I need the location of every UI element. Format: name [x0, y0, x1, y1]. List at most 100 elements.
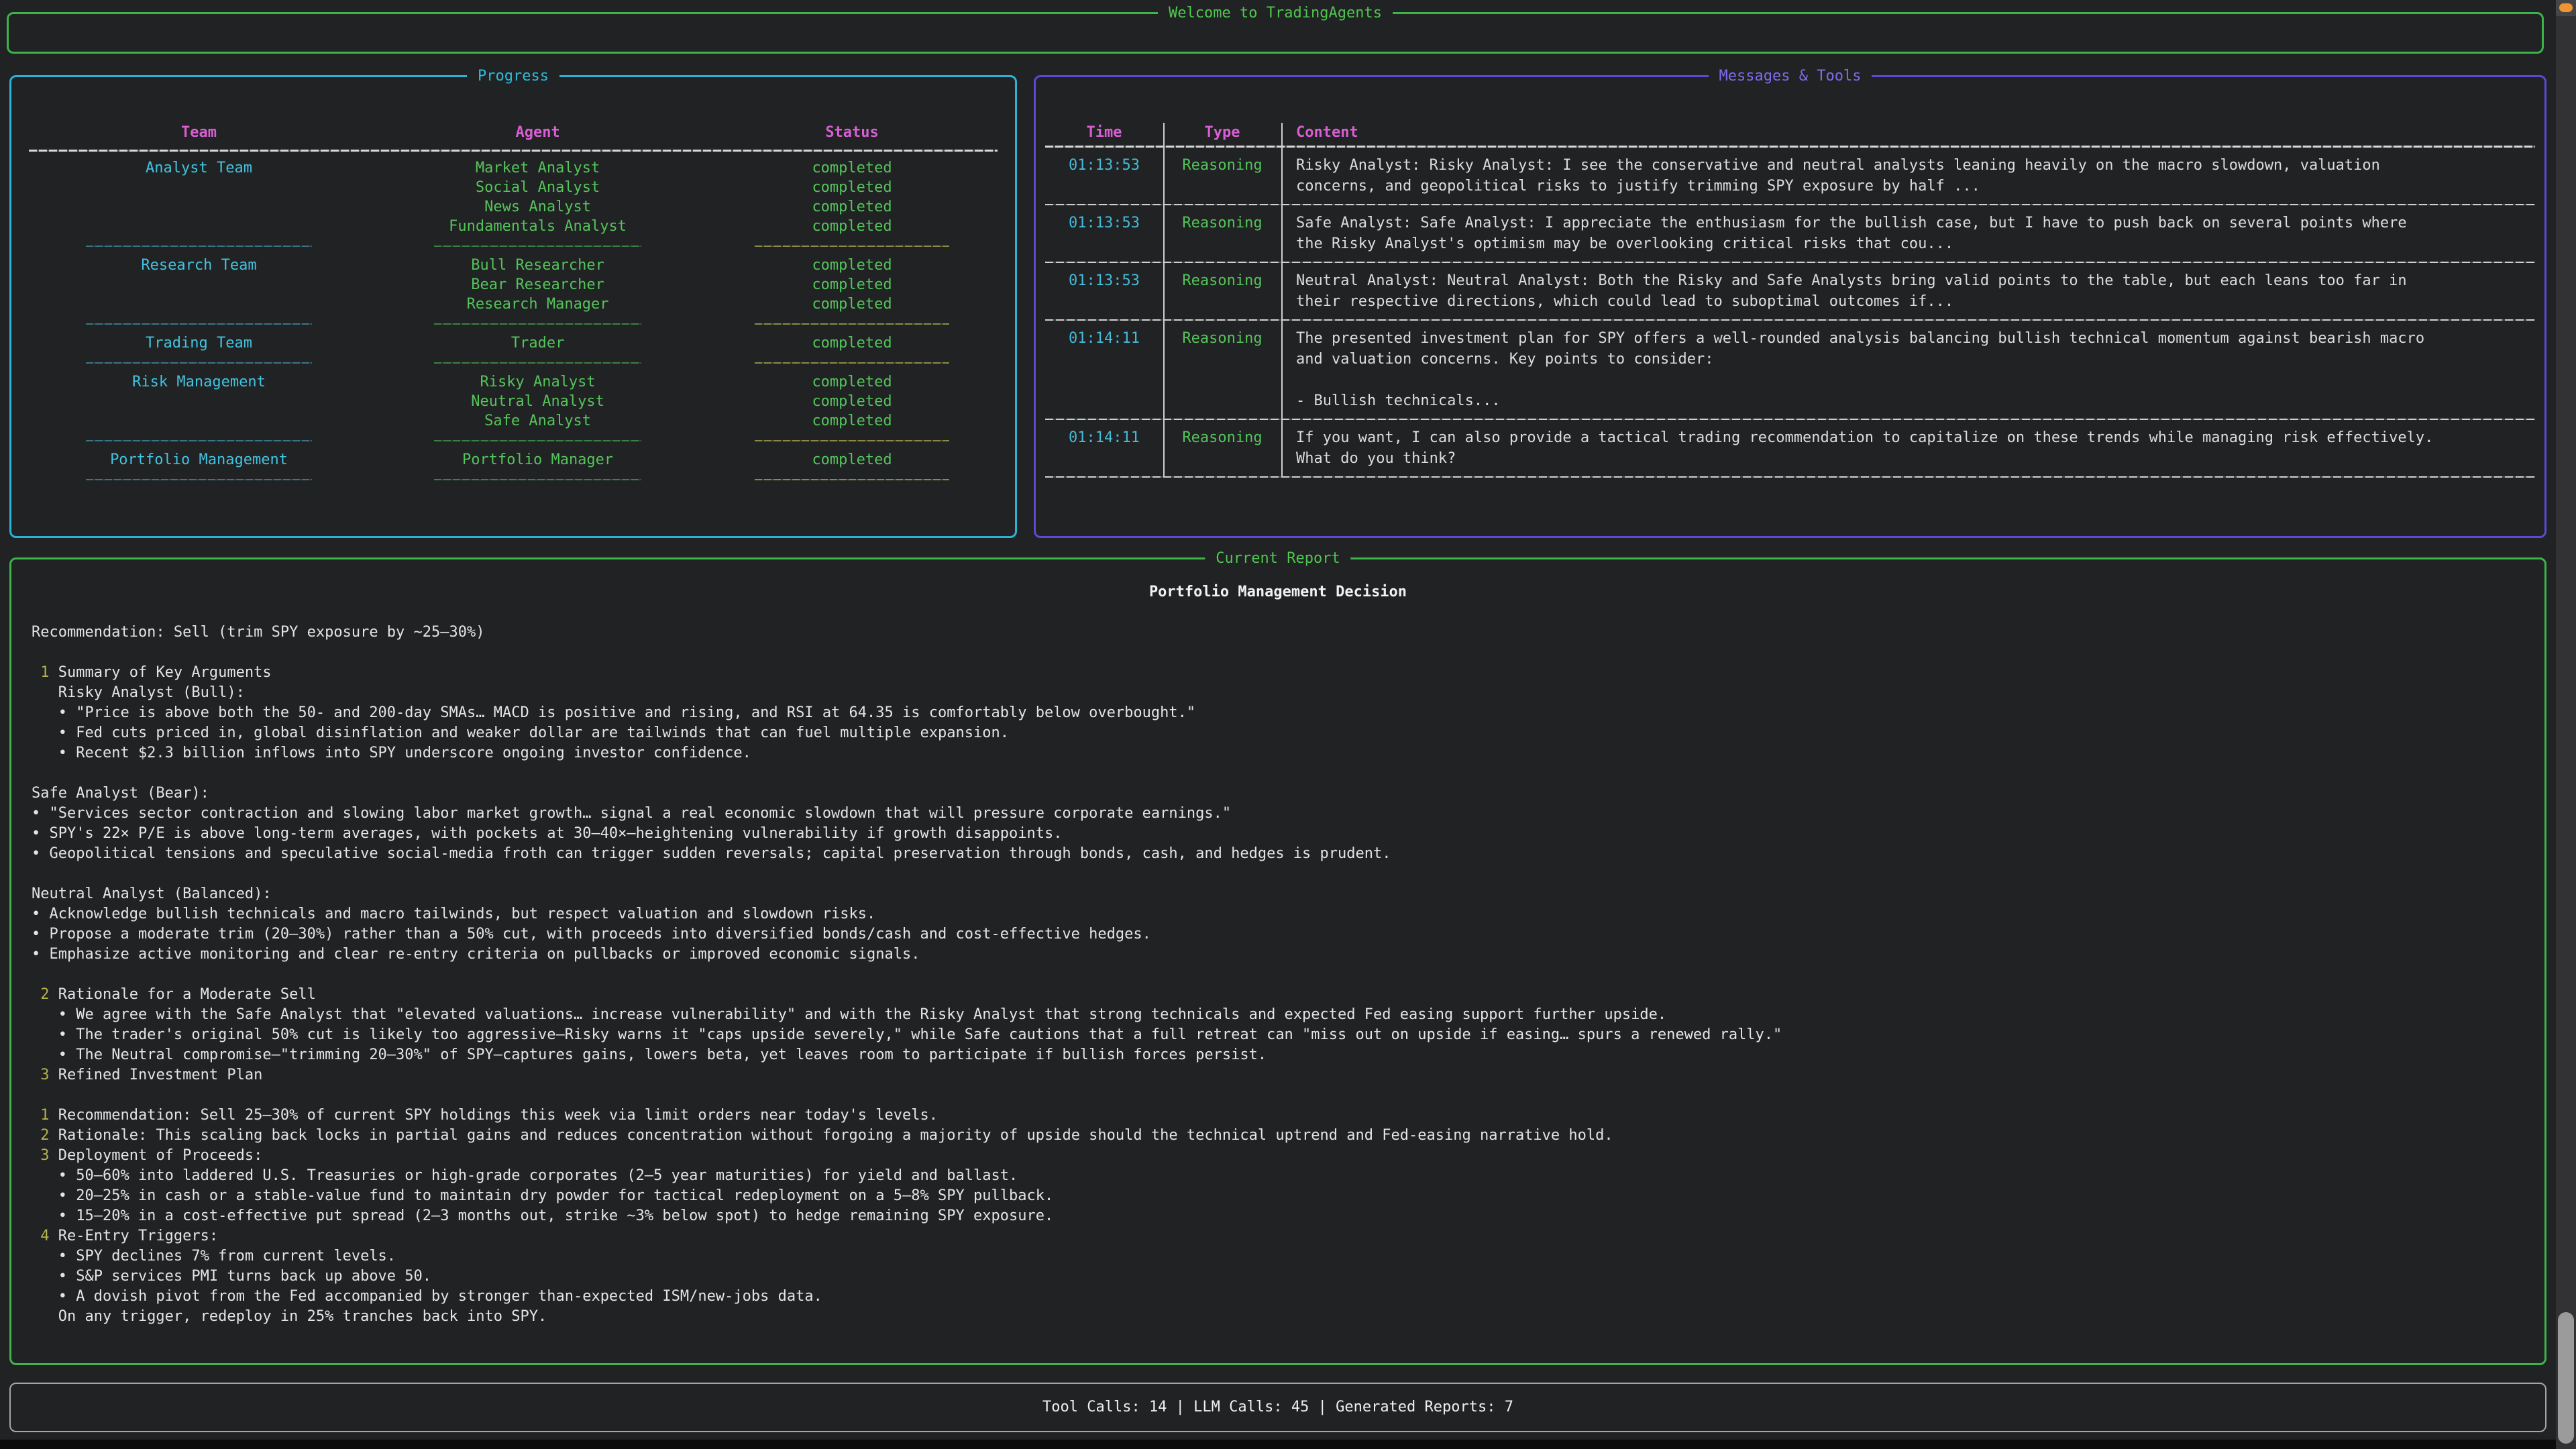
report-line: • "Price is above both the 50- and 200-d…: [32, 703, 2524, 723]
message-row: 01:13:53ReasoningSafe Analyst: Safe Anal…: [1045, 205, 2535, 262]
status-cell: completed: [700, 411, 1004, 431]
content-cell: Neutral Analyst: Neutral Analyst: Both t…: [1281, 263, 2535, 319]
report-line: • Emphasize active monitoring and clear …: [32, 945, 2524, 965]
report-line: 4 Re-Entry Triggers:: [32, 1226, 2524, 1246]
column-divider: [1163, 123, 1165, 478]
report-line: • 15–20% in a cost-effective put spread …: [32, 1206, 2524, 1226]
list-indent: [32, 1228, 40, 1244]
progress-row: Research Managercompleted: [22, 294, 1004, 314]
report-line: 2 Rationale: This scaling back locks in …: [32, 1126, 2524, 1146]
scrollbar-thumb[interactable]: [2558, 1312, 2574, 1444]
report-line: 3 Deployment of Proceeds:: [32, 1146, 2524, 1166]
column-header-team: Team: [22, 123, 376, 146]
type-cell: Reasoning: [1163, 148, 1281, 204]
messages-table: Time Type Content 01:13:53ReasoningRisky…: [1045, 123, 2535, 478]
list-number: 2: [40, 1127, 49, 1144]
progress-row: Fundamentals Analystcompleted: [22, 217, 1004, 236]
separator-segment: [86, 362, 312, 364]
report-line: • Recent $2.3 billion inflows into SPY u…: [32, 743, 2524, 763]
agent-cell: Risky Analyst: [376, 372, 700, 392]
report-line: • SPY's 22× P/E is above long-term avera…: [32, 824, 2524, 844]
content-cell: Safe Analyst: Safe Analyst: I appreciate…: [1281, 205, 2535, 262]
report-line: • Acknowledge bullish technicals and mac…: [32, 904, 2524, 924]
status-cell: completed: [700, 294, 1004, 314]
group-separator: [22, 431, 1004, 450]
list-text: Rationale: This scaling back locks in pa…: [50, 1127, 1613, 1144]
list-text: Deployment of Proceeds:: [50, 1147, 263, 1164]
report-line: Risky Analyst (Bull):: [32, 683, 2524, 703]
list-text: Rationale for a Moderate Sell: [50, 986, 316, 1003]
content-cell: Risky Analyst: Risky Analyst: I see the …: [1281, 148, 2535, 204]
time-cell: 01:13:53: [1045, 205, 1163, 262]
team-cell: [22, 275, 376, 294]
progress-row: Risk ManagementRisky Analystcompleted: [22, 372, 1004, 392]
column-header-time: Time: [1045, 123, 1163, 146]
type-cell: Reasoning: [1163, 420, 1281, 476]
group-separator: [22, 353, 1004, 372]
report-line: [32, 965, 2524, 985]
list-number: 2: [40, 986, 49, 1003]
status-cell: completed: [700, 450, 1004, 470]
list-indent: [32, 986, 40, 1003]
team-cell: Research Team: [22, 256, 376, 275]
report-heading: Portfolio Management Decision: [32, 582, 2524, 602]
report-line: • The trader's original 50% cut is likel…: [32, 1025, 2524, 1045]
report-line: [32, 1085, 2524, 1106]
status-cell: completed: [700, 197, 1004, 217]
report-line: [32, 643, 2524, 663]
list-text: Refined Investment Plan: [50, 1067, 263, 1083]
messages-table-body: 01:13:53ReasoningRisky Analyst: Risky An…: [1045, 148, 2535, 478]
welcome-panel: Welcome to TradingAgents: [7, 12, 2544, 54]
separator-segment: [86, 440, 312, 441]
team-cell: [22, 217, 376, 236]
status-cell: completed: [700, 392, 1004, 411]
team-cell: [22, 411, 376, 431]
message-row: 01:13:53ReasoningNeutral Analyst: Neutra…: [1045, 263, 2535, 319]
separator-segment: [755, 362, 949, 364]
report-line: • Fed cuts priced in, global disinflatio…: [32, 723, 2524, 743]
time-cell: 01:13:53: [1045, 148, 1163, 204]
time-cell: 01:14:11: [1045, 321, 1163, 419]
team-cell: [22, 294, 376, 314]
progress-row: News Analystcompleted: [22, 197, 1004, 217]
window-bottom-edge: [0, 1440, 2556, 1449]
progress-row: Bear Researchercompleted: [22, 275, 1004, 294]
agent-cell: Bear Researcher: [376, 275, 700, 294]
progress-row: Social Analystcompleted: [22, 178, 1004, 197]
message-row: 01:14:11ReasoningIf you want, I can also…: [1045, 420, 2535, 476]
status-cell: completed: [700, 333, 1004, 353]
agent-cell: Social Analyst: [376, 178, 700, 197]
report-line: • Geopolitical tensions and speculative …: [32, 844, 2524, 864]
report-line: • A dovish pivot from the Fed accompanie…: [32, 1287, 2524, 1307]
column-header-type: Type: [1163, 123, 1281, 146]
progress-row: Safe Analystcompleted: [22, 411, 1004, 431]
report-line: • 20–25% in cash or a stable-value fund …: [32, 1186, 2524, 1206]
row-separator: [1045, 476, 2535, 478]
report-line: • "Services sector contraction and slowi…: [32, 804, 2524, 824]
status-cell: completed: [700, 178, 1004, 197]
report-line: Recommendation: Sell (trim SPY exposure …: [32, 623, 2524, 643]
column-header-status: Status: [700, 123, 1004, 146]
message-row: 01:13:53ReasoningRisky Analyst: Risky An…: [1045, 148, 2535, 204]
app-title: Welcome to TradingAgents: [1158, 3, 1393, 23]
message-row: 01:14:11ReasoningThe presented investmen…: [1045, 321, 2535, 419]
report-panel-title: Current Report: [1205, 549, 1350, 569]
team-cell: Risk Management: [22, 372, 376, 392]
report-line: On any trigger, redeploy in 25% tranches…: [32, 1307, 2524, 1327]
content-cell: If you want, I can also provide a tactic…: [1281, 420, 2535, 476]
list-indent: [32, 1147, 40, 1164]
report-line: • SPY declines 7% from current levels.: [32, 1246, 2524, 1267]
column-header-content: Content: [1281, 123, 2535, 146]
status-cell: completed: [700, 275, 1004, 294]
content-cell: The presented investment plan for SPY of…: [1281, 321, 2535, 419]
team-cell: [22, 197, 376, 217]
separator-segment: [434, 479, 641, 480]
team-cell: Analyst Team: [22, 158, 376, 178]
list-indent: [32, 1107, 40, 1124]
report-line: 2 Rationale for a Moderate Sell: [32, 985, 2524, 1005]
scrollbar-track[interactable]: [2556, 0, 2576, 1449]
report-line: 1 Summary of Key Arguments: [32, 663, 2524, 683]
scroll-position-marker-icon: [2559, 3, 2573, 12]
agent-cell: Fundamentals Analyst: [376, 217, 700, 236]
report-line: [32, 763, 2524, 784]
